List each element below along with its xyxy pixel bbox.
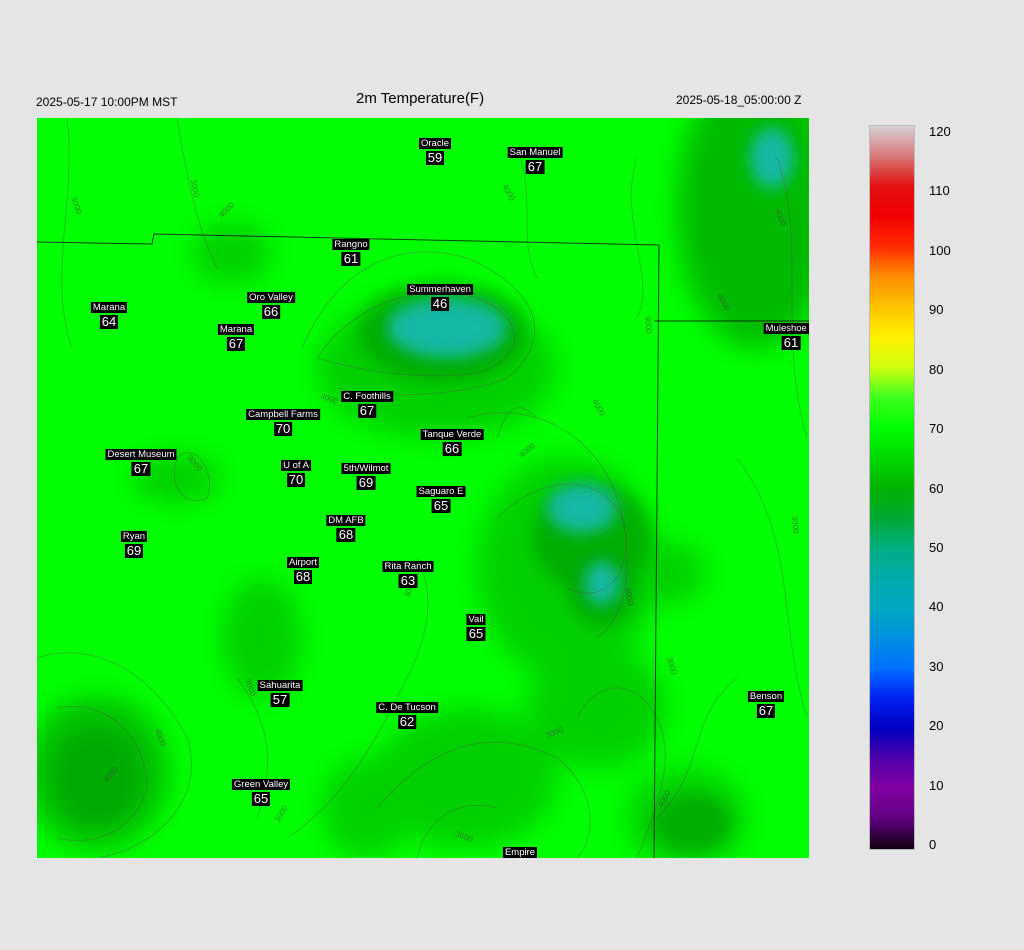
station-name: Oracle	[419, 138, 451, 149]
contour-label: 3000	[643, 315, 654, 334]
station-name: Marana	[90, 302, 128, 313]
station-name: Desert Museum	[105, 449, 177, 460]
station-campbell-farms: Campbell Farms 70	[246, 409, 320, 436]
colorbar-tick: 60	[929, 481, 944, 496]
temperature-map: 3000 3000 4000 4000 4000 4000 3000 4000 …	[37, 118, 809, 858]
colorbar-tick: 50	[929, 540, 944, 555]
station-green-valley: Green Valley 65	[231, 779, 291, 806]
station-name: Saguaro E	[416, 486, 466, 497]
colorbar-tick: 30	[929, 659, 944, 674]
station-c-foothills: C. Foothills 67	[341, 391, 393, 418]
station-ryan: Ryan 69	[120, 531, 148, 558]
station-temperature: 61	[781, 335, 801, 350]
station-name: Marana	[217, 324, 255, 335]
station-name: Muleshoe R	[763, 323, 809, 334]
station-san-manuel: San Manuel 67	[507, 147, 563, 174]
station-oracle: Oracle 59	[419, 138, 451, 165]
station-rangno: Rangno 61	[332, 239, 370, 266]
station-temperature: 65	[466, 626, 486, 641]
station-temperature: 69	[124, 543, 144, 558]
station-u-of-a: U of A 70	[281, 460, 311, 487]
station-temperature: 70	[286, 472, 306, 487]
station-marana-west: Marana 64	[90, 302, 128, 329]
station-c-de-tucson: C. De Tucson 62	[376, 702, 438, 729]
station-airport: Airport 68	[287, 557, 319, 584]
colorbar-tick: 20	[929, 718, 944, 733]
station-name: C. De Tucson	[376, 702, 438, 713]
station-name: Rita Ranch	[382, 561, 434, 572]
station-name: C. Foothills	[341, 391, 393, 402]
station-temperature: 68	[293, 569, 313, 584]
colorbar-tick: 0	[929, 837, 937, 852]
valid-time-local: 2025-05-17 10:00PM MST	[36, 95, 178, 109]
station-name: San Manuel	[507, 147, 563, 158]
station-name: Benson	[747, 691, 785, 702]
station-temperature: 66	[261, 304, 281, 319]
map-title: 2m Temperature(F)	[356, 90, 485, 107]
station-temperature: 57	[270, 692, 290, 707]
station-name: Summerhaven	[407, 284, 473, 295]
station-temperature: 65	[251, 791, 271, 806]
colorbar-tick: 100	[929, 243, 951, 258]
colorbar-tick: 40	[929, 599, 944, 614]
station-temperature: 66	[442, 441, 462, 456]
colorbar-tick: 90	[929, 302, 944, 317]
station-oro-valley: Oro Valley 66	[247, 292, 295, 319]
station-name: Green Valley	[231, 779, 291, 790]
colorbar-tick: 120	[929, 124, 951, 139]
colorbar-tick: 110	[929, 183, 950, 198]
station-muleshoe-r: Muleshoe R 61	[763, 323, 809, 350]
station-temperature: 65	[431, 498, 451, 513]
station-temperature: 70	[273, 421, 293, 436]
station-name: DM AFB	[326, 515, 366, 526]
station-temperature: 67	[357, 403, 377, 418]
station-marana: Marana 67	[217, 324, 255, 351]
station-temperature: 68	[336, 527, 356, 542]
station-summerhaven: Summerhaven 46	[407, 284, 473, 311]
colorbar-tick: 70	[929, 421, 944, 436]
colorbar-tick: 10	[929, 778, 944, 793]
station-name: Campbell Farms	[246, 409, 320, 420]
station-name: Ryan	[120, 531, 148, 542]
station-temperature: 59	[425, 150, 445, 165]
contour-label: 3000	[790, 515, 801, 534]
station-name: Tanque Verde	[420, 429, 484, 440]
station-name: Oro Valley	[247, 292, 295, 303]
station-temperature: 63	[398, 573, 418, 588]
station-temperature: 67	[226, 336, 246, 351]
station-dm-afb: DM AFB 68	[326, 515, 366, 542]
station-name: Vail	[466, 614, 486, 625]
station-temperature: 62	[397, 714, 417, 729]
station-temperature: 64	[99, 314, 119, 329]
station-name: Airport	[287, 557, 319, 568]
station-benson: Benson 67	[747, 691, 785, 718]
station-tanque-verde: Tanque Verde 66	[420, 429, 484, 456]
temperature-colorbar	[869, 125, 915, 850]
colorbar-tick: 80	[929, 362, 944, 377]
station-name: 5th/Wilmot	[341, 463, 391, 474]
station-temperature: 69	[356, 475, 376, 490]
station-desert-museum: Desert Museum 67	[105, 449, 177, 476]
station-sahuarita: Sahuarita 57	[257, 680, 303, 707]
station-name: Sahuarita	[257, 680, 303, 691]
station-5th-wilmot: 5th/Wilmot 69	[341, 463, 391, 490]
station-name: U of A	[281, 460, 311, 471]
station-name: Empire	[502, 847, 538, 858]
station-temperature: 61	[341, 251, 361, 266]
station-rita-ranch: Rita Ranch 63	[382, 561, 434, 588]
station-temperature: 67	[525, 159, 545, 174]
station-name: Rangno	[332, 239, 370, 250]
station-empire: Empire	[502, 847, 538, 858]
station-saguaro-e: Saguaro E 65	[416, 486, 466, 513]
station-temperature: 67	[131, 461, 151, 476]
station-temperature: 46	[430, 296, 450, 311]
valid-time-utc: 2025-05-18_05:00:00 Z	[676, 93, 802, 107]
station-temperature: 67	[756, 703, 776, 718]
station-vail: Vail 65	[466, 614, 486, 641]
